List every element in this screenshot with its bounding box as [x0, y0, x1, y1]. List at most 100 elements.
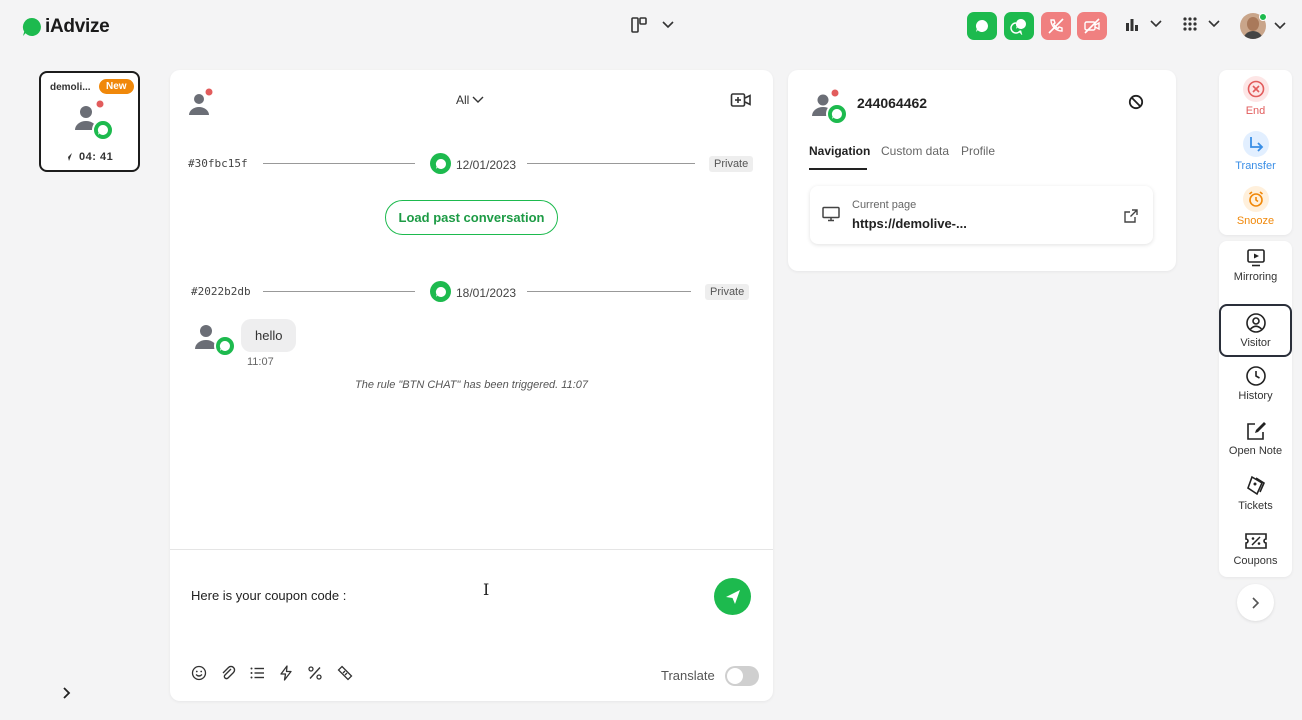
history-button[interactable]: History	[1219, 365, 1292, 402]
text-cursor-icon: I	[483, 580, 490, 599]
thread-separator: #2022b2db 18/01/2023 Private	[188, 281, 756, 303]
conversation-timer: 04: 41	[63, 151, 113, 163]
visitor-chat-icon	[812, 89, 848, 125]
monitor-icon	[822, 206, 840, 227]
chat-bubble-icon	[975, 20, 988, 32]
timer-value: 04: 41	[79, 151, 114, 163]
chat-channel-icon	[430, 153, 451, 174]
message-filter-dropdown[interactable]: All	[456, 93, 484, 107]
visitor-message-bubble: hello	[241, 319, 297, 352]
open-note-label: Open Note	[1228, 445, 1283, 457]
snooze-button[interactable]: Snooze	[1219, 186, 1292, 227]
chevron-right-icon	[63, 687, 71, 699]
grid-icon	[1183, 17, 1197, 31]
chevron-down-icon	[1150, 20, 1162, 28]
phone-off-icon	[1048, 18, 1064, 34]
quick-actions-button[interactable]	[276, 663, 296, 683]
chevron-down-icon	[472, 96, 484, 103]
ban-visitor-button[interactable]	[1128, 94, 1144, 115]
message-composer-input[interactable]: Here is your coupon code :	[191, 588, 346, 603]
conversation-name: demoli...	[50, 82, 91, 93]
video-off-icon	[1084, 18, 1100, 34]
transfer-label: Transfer	[1235, 160, 1276, 172]
thread-separator: #30fbc15f 12/01/2023 Private	[188, 153, 756, 175]
chat-channel-button[interactable]	[967, 12, 997, 40]
tickets-icon	[1246, 475, 1265, 496]
expand-sidebar-button[interactable]	[60, 686, 74, 705]
tickets-button[interactable]: Tickets	[1219, 475, 1292, 512]
transfer-arrow-icon	[1242, 131, 1269, 157]
chat-bubbles-icon	[1010, 18, 1026, 35]
tickets-label: Tickets	[1238, 500, 1273, 512]
logo-bubble-icon	[22, 17, 41, 36]
composer-divider	[170, 549, 773, 550]
visitor-chat-icon	[75, 100, 114, 141]
translate-toggle[interactable]	[725, 666, 759, 686]
user-circle-icon	[1245, 313, 1266, 333]
thread-id: #2022b2db	[191, 285, 251, 298]
visitor-avatar	[810, 88, 850, 133]
list-icon	[250, 667, 264, 679]
mirroring-button[interactable]: Mirroring	[1219, 248, 1292, 283]
visitor-panel: 244064462 Navigation Custom data Profile…	[788, 70, 1176, 271]
chat-channel-icon	[430, 281, 451, 302]
filter-label: All	[456, 93, 470, 107]
top-bar: iAdvize	[0, 0, 1302, 56]
chevron-right-icon	[1251, 596, 1259, 609]
mirroring-label: Mirroring	[1233, 271, 1278, 283]
attach-file-button[interactable]	[218, 663, 238, 683]
thread-date: 18/01/2023	[456, 286, 517, 300]
chat-panel: All #30fbc15f 12/01/2023 Private Load pa…	[170, 70, 773, 701]
note-edit-icon	[1246, 422, 1266, 440]
coupon-button[interactable]	[335, 663, 355, 683]
history-label: History	[1238, 390, 1273, 402]
close-circle-icon	[1242, 76, 1269, 102]
tab-custom-data[interactable]: Custom data	[881, 144, 949, 158]
call-channel-button[interactable]	[1041, 12, 1071, 40]
transfer-button[interactable]: Transfer	[1219, 131, 1292, 172]
current-page-card: Current page https://demolive-...	[810, 186, 1153, 244]
percent-icon	[308, 666, 322, 680]
layout-switcher[interactable]	[630, 16, 674, 34]
alarm-clock-icon	[1242, 186, 1269, 212]
discount-button[interactable]	[305, 663, 325, 683]
bar-chart-icon	[1126, 19, 1138, 31]
visitor-tab-button[interactable]: Visitor	[1219, 304, 1292, 357]
start-video-button[interactable]	[730, 91, 752, 114]
layout-columns-icon	[631, 17, 647, 33]
visitor-icon	[189, 88, 213, 115]
open-note-button[interactable]: Open Note	[1219, 420, 1292, 457]
app-name: iAdvize	[45, 16, 110, 37]
conversation-card[interactable]: demoli... New 04: 41	[39, 71, 140, 172]
apps-menu[interactable]	[1182, 16, 1220, 32]
current-page-label: Current page	[852, 199, 917, 211]
open-page-button[interactable]	[1123, 208, 1139, 229]
tab-navigation[interactable]: Navigation	[809, 144, 870, 158]
tab-profile[interactable]: Profile	[961, 144, 995, 158]
multi-chat-channel-button[interactable]	[1004, 12, 1034, 40]
visitor-chat-icon	[195, 325, 236, 357]
end-conversation-button[interactable]: End	[1219, 76, 1292, 117]
visitor-id: 244064462	[857, 95, 928, 111]
lightning-icon	[280, 665, 292, 681]
rule-triggered-note: The rule "BTN CHAT" has been triggered. …	[354, 379, 588, 391]
coupons-button[interactable]: Coupons	[1219, 530, 1292, 567]
ticket-icon	[337, 665, 353, 681]
canned-responses-button[interactable]	[247, 663, 267, 683]
send-message-button[interactable]	[714, 578, 751, 615]
coupon-icon	[1244, 533, 1267, 549]
load-past-conversation-button[interactable]: Load past conversation	[385, 200, 558, 235]
stats-menu[interactable]	[1124, 16, 1162, 32]
tools-group: Mirroring Visitor History Open Note Tick…	[1219, 241, 1292, 577]
paperclip-icon	[222, 665, 236, 680]
message-time: 11:07	[247, 356, 274, 368]
rail-more-button[interactable]	[1237, 584, 1274, 621]
chevron-down-icon	[662, 21, 674, 29]
coupons-label: Coupons	[1233, 555, 1278, 567]
emoji-button[interactable]	[189, 663, 209, 683]
ban-icon	[1128, 94, 1144, 110]
chevron-down-icon	[1274, 22, 1286, 30]
video-channel-button[interactable]	[1077, 12, 1107, 40]
conversation-actions-group: End Transfer Snooze	[1219, 70, 1292, 235]
message-visitor-avatar	[192, 322, 236, 363]
